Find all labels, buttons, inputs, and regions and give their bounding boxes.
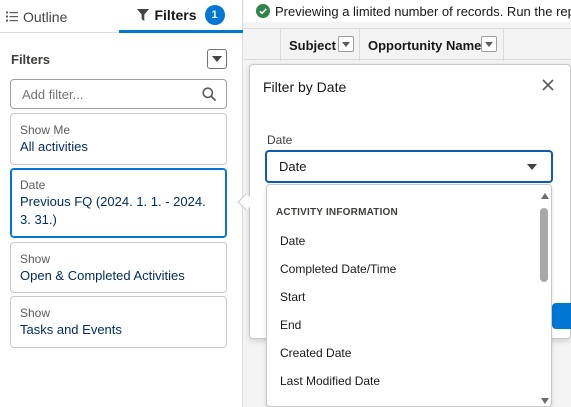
tab-filters-label: Filters: [154, 7, 197, 23]
report-grid-header: Subject Opportunity Name: [244, 28, 571, 61]
funnel-icon: [137, 9, 150, 21]
filter-panel: Outline Filters 1 Filters Show Me All ac…: [0, 0, 243, 407]
filter-card-label: Show: [20, 306, 51, 320]
listbox-option[interactable]: Completed Date/Time: [280, 262, 396, 276]
filter-card-value: Open & Completed Activities: [20, 268, 185, 283]
preview-notice-text: Previewing a limited number of records. …: [275, 3, 571, 19]
filter-count-badge: 1: [204, 5, 225, 25]
filter-card-label: Date: [20, 178, 46, 192]
popover-title: Filter by Date: [263, 79, 347, 95]
filters-menu-button[interactable]: [207, 49, 227, 69]
column-menu-button[interactable]: [338, 36, 354, 52]
filter-card-value: Previous FQ (2024. 1. 1. - 2024. 3. 31.): [20, 194, 206, 227]
date-field-select[interactable]: Date: [265, 150, 553, 183]
search-icon: [202, 87, 216, 104]
list-icon: [6, 11, 18, 22]
filter-card-show-type[interactable]: Show Tasks and Events: [10, 296, 227, 348]
add-filter-input[interactable]: [11, 80, 191, 108]
chevron-down-icon: [527, 164, 537, 170]
filters-heading: Filters: [11, 52, 51, 67]
listbox-option[interactable]: Start: [280, 290, 305, 304]
listbox-scrollbar[interactable]: [538, 185, 551, 406]
column-header-subject[interactable]: Subject: [280, 29, 359, 61]
filter-card-date[interactable]: Date Previous FQ (2024. 1. 1. - 2024. 3.…: [10, 168, 227, 238]
column-label: Opportunity Name: [368, 37, 482, 53]
chevron-down-icon: [212, 56, 222, 62]
tab-outline-label: Outline: [23, 8, 68, 25]
column-header-opportunity-name[interactable]: Opportunity Name: [359, 29, 504, 61]
listbox-option[interactable]: End: [280, 318, 301, 332]
date-field-label: Date: [267, 133, 293, 147]
listbox-option[interactable]: Last Modified Date: [280, 374, 380, 388]
scroll-up-arrow-icon[interactable]: [541, 193, 549, 199]
close-icon: [542, 79, 554, 91]
column-label: Subject: [289, 37, 336, 53]
listbox-option[interactable]: Created Date: [280, 346, 351, 360]
filter-card-value: All activities: [20, 139, 88, 154]
success-icon: [256, 4, 270, 18]
add-filter-field[interactable]: [10, 79, 227, 109]
filter-card-value: Tasks and Events: [20, 322, 122, 337]
chevron-down-icon: [342, 41, 350, 47]
preview-notice: Previewing a limited number of records. …: [244, 0, 571, 22]
date-field-value: Date: [279, 159, 307, 174]
chevron-down-icon: [485, 41, 493, 47]
apply-button[interactable]: [552, 303, 571, 329]
scrollbar-thumb[interactable]: [540, 208, 548, 282]
filter-card-show-me[interactable]: Show Me All activities: [10, 113, 227, 165]
listbox-option[interactable]: Date: [280, 234, 305, 248]
listbox-group-label: ACTIVITY INFORMATION: [276, 207, 398, 218]
filter-card-show-status[interactable]: Show Open & Completed Activities: [10, 242, 227, 293]
column-menu-button[interactable]: [481, 36, 497, 52]
date-field-listbox: ACTIVITY INFORMATION Date Completed Date…: [266, 184, 552, 407]
tab-filters[interactable]: Filters 1: [119, 0, 243, 33]
panel-tabs: Outline Filters 1: [0, 0, 243, 33]
close-button[interactable]: [541, 78, 555, 92]
filter-card-label: Show Me: [20, 123, 71, 137]
tab-outline[interactable]: Outline: [6, 0, 118, 33]
scroll-down-arrow-icon[interactable]: [541, 398, 549, 404]
filter-card-label: Show: [20, 252, 51, 266]
